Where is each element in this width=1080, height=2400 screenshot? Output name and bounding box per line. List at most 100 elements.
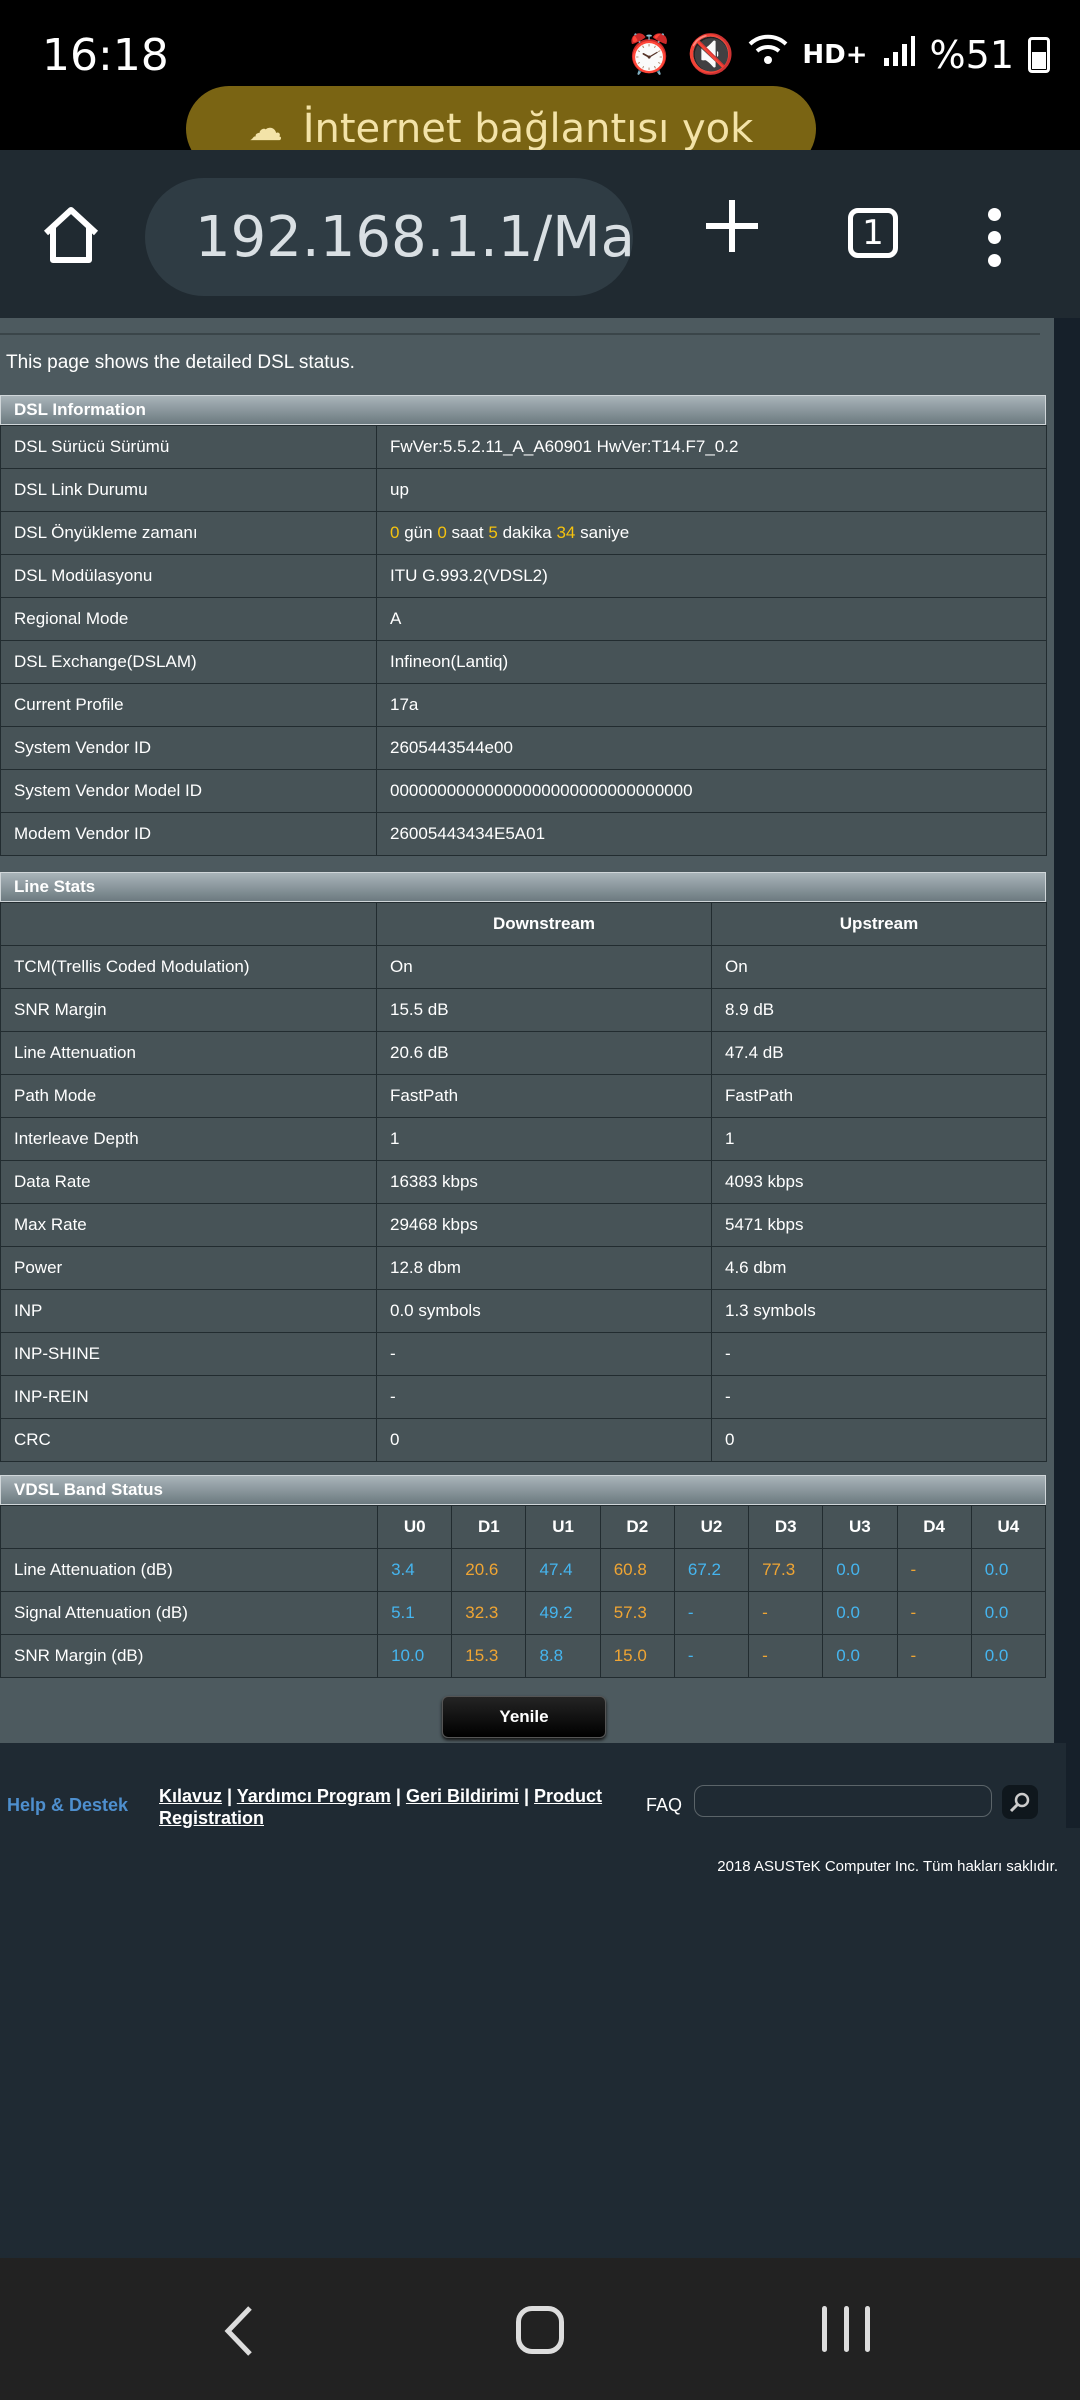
table-row: Data Rate 16383 kbps 4093 kbps (0, 1160, 1047, 1204)
band-value-u2: - (673, 1634, 750, 1678)
downstream-value: On (376, 945, 712, 989)
tab-switcher-button[interactable]: 1 (848, 208, 898, 258)
system-nav-bar (0, 2258, 1080, 2400)
uptime-value: 0 gün 0 saat 5 dakika 34 saniye (376, 511, 1047, 555)
band-value-u3: 0.0 (822, 1634, 898, 1678)
row-value: FwVer:5.5.2.11_A_A60901 HwVer:T14.F7_0.2 (376, 425, 1047, 469)
row-label: Max Rate (0, 1203, 377, 1247)
row-label: DSL Link Durumu (0, 468, 377, 512)
vdsl-band-header: VDSL Band Status (0, 1475, 1046, 1505)
band-value-d2: 57.3 (599, 1591, 675, 1635)
blank-header (0, 902, 377, 946)
row-value: up (376, 468, 1047, 512)
band-value-u2: 67.2 (673, 1548, 750, 1592)
home-icon[interactable] (40, 205, 102, 265)
downstream-value: 0 (376, 1418, 712, 1462)
uptime-hours: 0 (437, 523, 447, 542)
more-menu-icon[interactable] (988, 208, 1002, 268)
upstream-value: - (711, 1332, 1047, 1376)
band-value-d1: 20.6 (451, 1548, 527, 1592)
table-row: System Vendor ID 2605443544e00 (0, 726, 1047, 770)
utility-link[interactable]: Yardımcı Program (237, 1786, 391, 1806)
new-tab-icon[interactable] (704, 198, 760, 254)
band-value-d2: 60.8 (599, 1548, 675, 1592)
band-value-u4: 0.0 (970, 1548, 1047, 1592)
row-label: System Vendor Model ID (0, 769, 377, 813)
band-value-d2: 15.0 (599, 1634, 675, 1678)
band-value-u4: 0.0 (970, 1634, 1047, 1678)
dsl-information-header: DSL Information (0, 395, 1046, 425)
table-row: INP-REIN - - (0, 1375, 1047, 1419)
downstream-value: 1 (376, 1117, 712, 1161)
table-row: Interleave Depth 1 1 (0, 1117, 1047, 1161)
band-value-d1: 15.3 (451, 1634, 527, 1678)
table-row: DSL Link Durumu up (0, 468, 1047, 512)
band-value-u4: 0.0 (970, 1591, 1047, 1635)
line-stats-header: Line Stats (0, 872, 1046, 902)
dsl-information-table: DSL Sürücü Sürümü FwVer:5.5.2.11_A_A60901… (0, 425, 1047, 856)
table-row: Path Mode FastPath FastPath (0, 1074, 1047, 1118)
address-bar[interactable]: 192.168.1.1/Ma (145, 178, 633, 296)
feedback-link[interactable]: Geri Bildirimi (406, 1786, 519, 1806)
page-intro: This page shows the detailed DSL status. (6, 352, 355, 373)
faq-search-input[interactable] (694, 1785, 992, 1817)
band-value-u1: 49.2 (525, 1591, 601, 1635)
band-value-d3: - (748, 1591, 824, 1635)
home-button[interactable] (516, 2306, 564, 2354)
dsl-status-panel: This page shows the detailed DSL status.… (0, 318, 1054, 1743)
table-row: SNR Margin 15.5 dB 8.9 dB (0, 988, 1047, 1032)
table-row: Regional Mode A (0, 597, 1047, 641)
band-value-u3: 0.0 (822, 1548, 898, 1592)
band-header-u2: U2 (673, 1505, 750, 1549)
table-row: SNR Margin (dB) 10.0 15.3 8.8 15.0- -0.0-0.0 (0, 1634, 1047, 1678)
downstream-value: - (376, 1332, 712, 1376)
band-header-d3: D3 (748, 1505, 824, 1549)
page-content: This page shows the detailed DSL status.… (0, 318, 1080, 2258)
search-icon (1009, 1792, 1030, 1813)
upstream-value: 5471 kbps (711, 1203, 1047, 1247)
uptime-minutes-unit: dakika (502, 523, 552, 542)
downstream-value: 0.0 symbols (376, 1289, 712, 1333)
downstream-value: 15.5 dB (376, 988, 712, 1032)
footer-links: Kılavuz | Yardımcı Program | Geri Bildir… (159, 1785, 639, 1829)
row-label: DSL Önyükleme zamanı (0, 511, 377, 555)
band-header-d2: D2 (599, 1505, 675, 1549)
row-value: 2605443544e00 (376, 726, 1047, 770)
divider (0, 333, 1040, 335)
recent-apps-icon[interactable] (822, 2306, 870, 2354)
copyright: 2018 ASUSTeK Computer Inc. Tüm hakları s… (717, 1858, 1058, 1875)
manual-link[interactable]: Kılavuz (159, 1786, 222, 1806)
status-icons: ⏰ 🔇 HD+ %51 (626, 32, 1050, 77)
band-value-d4: - (896, 1634, 972, 1678)
refresh-button[interactable]: Yenile (442, 1696, 606, 1738)
band-header-u4: U4 (970, 1505, 1047, 1549)
browser-toolbar: 192.168.1.1/Ma 1 (0, 150, 1080, 318)
row-label: Current Profile (0, 683, 377, 727)
row-value: 17a (376, 683, 1047, 727)
row-label: DSL Exchange(DSLAM) (0, 640, 377, 684)
upstream-value: - (711, 1375, 1047, 1419)
upstream-value: 1.3 symbols (711, 1289, 1047, 1333)
band-value-d3: - (748, 1634, 824, 1678)
separator: | (227, 1786, 233, 1806)
band-value-u3: 0.0 (822, 1591, 898, 1635)
upstream-value: 47.4 dB (711, 1031, 1047, 1075)
band-value-u0: 10.0 (377, 1634, 453, 1678)
table-row: INP 0.0 symbols 1.3 symbols (0, 1289, 1047, 1333)
table-row: Line Attenuation (dB) 3.4 20.6 47.4 60.8 67.2… (0, 1548, 1047, 1592)
table-header-row: Downstream Upstream (0, 902, 1047, 946)
row-label: Interleave Depth (0, 1117, 377, 1161)
row-label: INP-SHINE (0, 1332, 377, 1376)
downstream-value: 12.8 dbm (376, 1246, 712, 1290)
upstream-value: FastPath (711, 1074, 1047, 1118)
downstream-value: 29468 kbps (376, 1203, 712, 1247)
back-icon[interactable] (220, 2304, 256, 2358)
upstream-value: On (711, 945, 1047, 989)
url-text[interactable]: 192.168.1.1/Ma (195, 205, 633, 270)
search-button[interactable] (1002, 1785, 1038, 1819)
table-row: Line Attenuation 20.6 dB 47.4 dB (0, 1031, 1047, 1075)
downstream-value: 20.6 dB (376, 1031, 712, 1075)
band-value-d3: 77.3 (748, 1548, 824, 1592)
row-value: 00000000000000000000000000000000 (376, 769, 1047, 813)
uptime-days: 0 (390, 523, 400, 542)
